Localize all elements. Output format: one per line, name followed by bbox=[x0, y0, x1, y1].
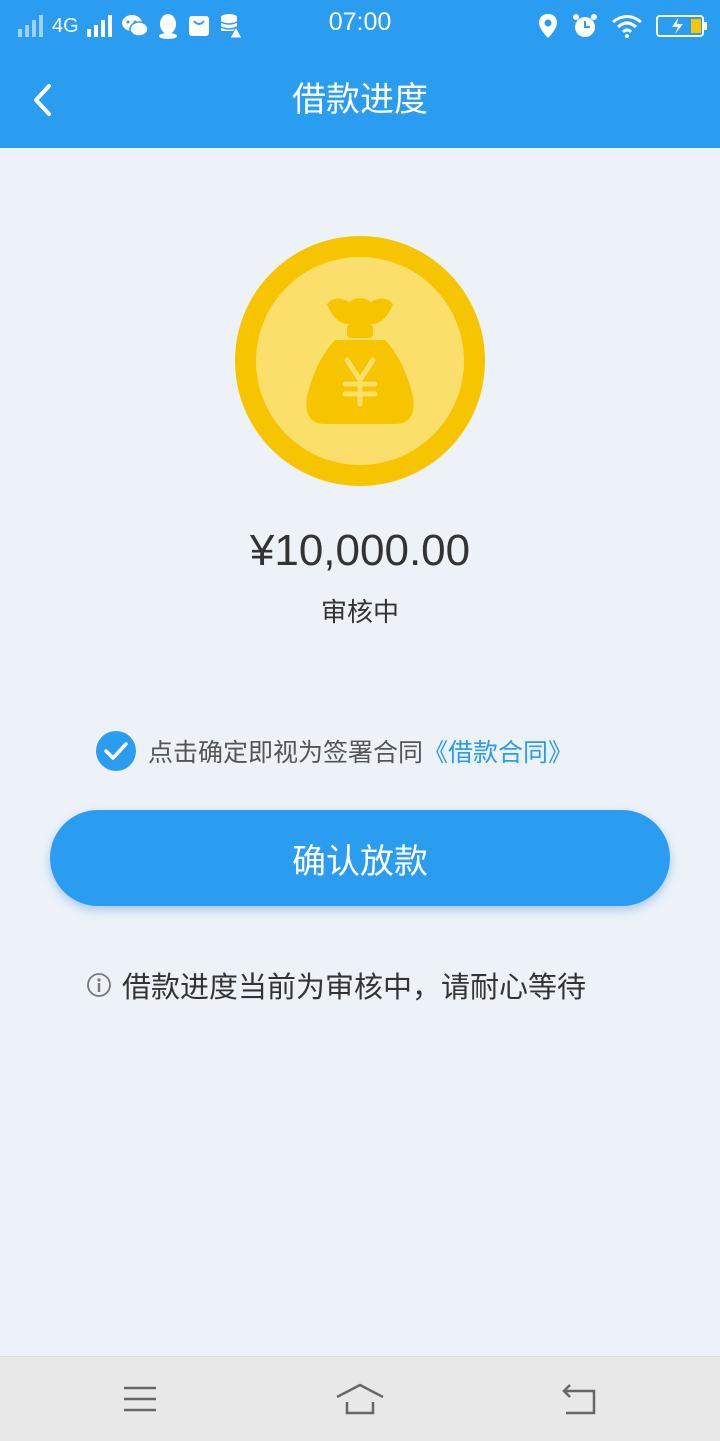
battery-charging-icon bbox=[656, 14, 708, 38]
top-bar: 4G 07:00 借款进度 bbox=[0, 0, 720, 148]
status-right bbox=[538, 10, 708, 42]
home-icon bbox=[335, 1383, 385, 1415]
notice-text: 借款进度当前为审核中，请耐心等待 bbox=[122, 970, 587, 1004]
agreement-row: 点击确定即视为签署合同 《借款合同》 bbox=[96, 728, 573, 774]
confirm-loan-button[interactable]: 确认放款 bbox=[50, 810, 670, 906]
loan-status: 审核中 bbox=[320, 598, 399, 628]
page-title: 借款进度 bbox=[292, 80, 428, 120]
back-nav-button[interactable] bbox=[550, 1375, 610, 1423]
location-icon bbox=[538, 13, 558, 39]
home-button[interactable] bbox=[330, 1375, 390, 1423]
checkmark-icon bbox=[103, 740, 129, 762]
loan-contract-link[interactable]: 《借款合同》 bbox=[423, 733, 573, 769]
notice-row: 借款进度当前为审核中，请耐心等待 bbox=[86, 962, 586, 1008]
menu-button[interactable] bbox=[110, 1375, 170, 1423]
title-bar: 借款进度 bbox=[0, 52, 720, 148]
loan-amount: ¥10,000.00 bbox=[249, 526, 471, 575]
agreement-text: 点击确定即视为签署合同 bbox=[148, 738, 424, 767]
system-nav-bar bbox=[0, 1356, 720, 1441]
status-bar: 4G 07:00 bbox=[0, 0, 720, 52]
back-icon bbox=[560, 1383, 600, 1415]
money-bag-coin-icon bbox=[235, 236, 485, 486]
info-icon bbox=[86, 972, 112, 998]
alarm-icon bbox=[572, 13, 598, 39]
wifi-icon bbox=[612, 14, 642, 38]
menu-icon bbox=[122, 1385, 158, 1413]
agreement-checkbox[interactable] bbox=[96, 731, 136, 771]
